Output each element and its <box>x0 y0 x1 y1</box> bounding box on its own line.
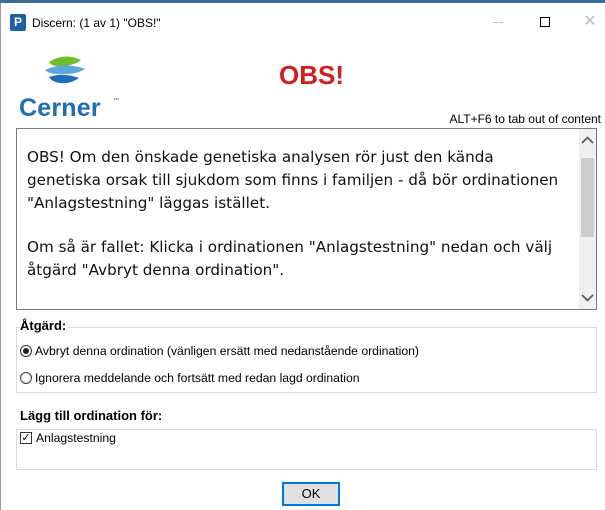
message-box[interactable]: OBS! Om den önskade genetiska analysen r… <box>16 128 597 310</box>
minimize-icon <box>493 22 503 23</box>
radio-option-label: Avbryt denna ordination (vänligen ersätt… <box>35 344 419 358</box>
radio-button-selected[interactable] <box>20 345 32 357</box>
maximize-button[interactable] <box>522 7 568 37</box>
order-checkbox-anlagstestning[interactable]: ✓ Anlagstestning <box>20 431 116 445</box>
radio-option-ignore[interactable]: Ignorera meddelande och fortsätt med red… <box>20 371 360 385</box>
add-order-label: Lägg till ordination för: <box>20 408 165 423</box>
close-icon: ✕ <box>583 13 597 30</box>
scroll-down-icon[interactable] <box>579 289 596 306</box>
alert-headline: OBS! <box>279 60 344 90</box>
logo-trademark: ™ <box>113 98 119 104</box>
ok-button[interactable]: OK <box>282 482 340 506</box>
app-icon: P <box>10 14 26 31</box>
close-button[interactable]: ✕ <box>567 7 605 37</box>
message-paragraph: Om så är fallet: Klicka i ordinationen "… <box>27 238 553 280</box>
window-title: Discern: (1 av 1) "OBS!" <box>32 16 161 30</box>
radio-button[interactable] <box>20 372 32 384</box>
scroll-up-icon[interactable] <box>579 132 596 149</box>
action-label: Åtgärd: <box>20 318 69 333</box>
order-checkbox-label: Anlagstestning <box>36 431 116 445</box>
logo-text: Cerner <box>19 94 101 122</box>
radio-option-cancel[interactable]: Avbryt denna ordination (vänligen ersätt… <box>20 344 419 358</box>
minimize-button[interactable] <box>475 7 521 37</box>
message-paragraph: OBS! Om den önskade genetiska analysen r… <box>27 148 559 212</box>
checkbox-checked[interactable]: ✓ <box>20 432 32 444</box>
message-content: OBS! Om den önskade genetiska analysen r… <box>27 146 567 282</box>
keyboard-hint: ALT+F6 to tab out of content <box>449 112 601 126</box>
scroll-thumb[interactable] <box>581 158 594 237</box>
maximize-icon <box>540 17 550 27</box>
message-scrollbar[interactable] <box>579 129 596 309</box>
title-bar: P Discern: (1 av 1) "OBS!" ✕ <box>1 3 605 41</box>
radio-option-label: Ignorera meddelande och fortsätt med red… <box>35 371 360 385</box>
